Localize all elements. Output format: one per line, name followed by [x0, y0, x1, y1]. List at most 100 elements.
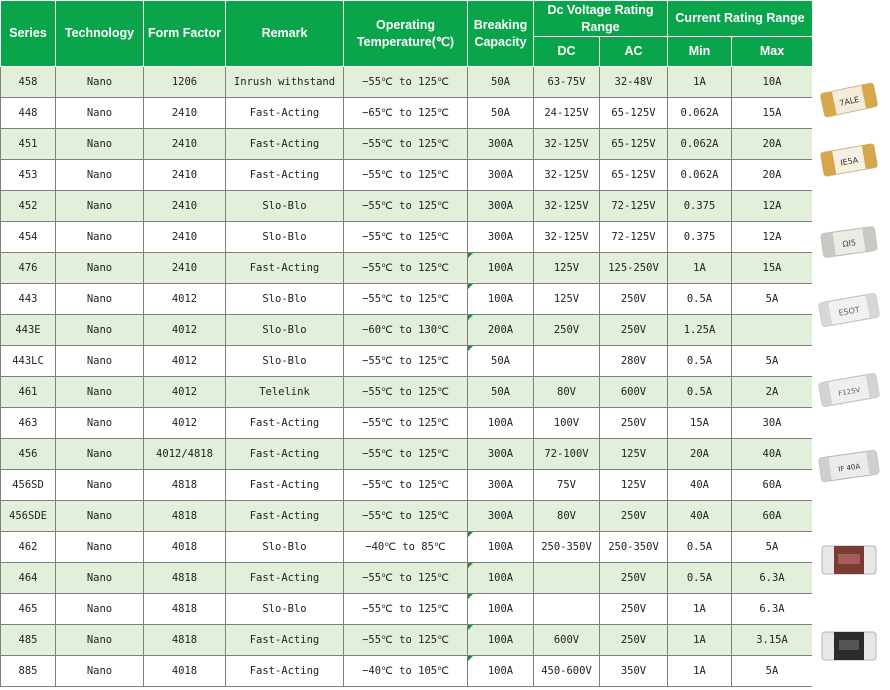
header-operating-temperature: Operating Temperature(℃): [343, 0, 468, 67]
cell-series: 453: [0, 159, 56, 191]
cell-form-factor: 1206: [143, 66, 226, 98]
cell-remark: Fast-Acting: [225, 159, 344, 191]
cell-breaking: 300A: [467, 438, 534, 470]
table-row: 458 Nano 1206 Inrush withstand −55℃ to 125℃ 5…: [0, 66, 813, 98]
cell-min: 0.062A: [667, 159, 732, 191]
cell-dc: 24-125V: [533, 97, 600, 129]
cell-series: 461: [0, 376, 56, 408]
cell-remark: Fast-Acting: [225, 500, 344, 532]
cell-form-factor: 4012: [143, 376, 226, 408]
cell-series: 456: [0, 438, 56, 470]
cell-max: 10A: [731, 66, 813, 98]
cell-temp: −55℃ to 125℃: [343, 593, 468, 625]
cell-series: 463: [0, 407, 56, 439]
cell-technology: Nano: [55, 655, 144, 687]
cell-temp: −55℃ to 125℃: [343, 159, 468, 191]
cell-max: 20A: [731, 128, 813, 160]
cell-max: 15A: [731, 252, 813, 284]
cell-form-factor: 4018: [143, 655, 226, 687]
cell-ac: 65-125V: [599, 128, 668, 160]
cell-technology: Nano: [55, 128, 144, 160]
cell-remark: Telelink: [225, 376, 344, 408]
cell-dc: 75V: [533, 469, 600, 501]
cell-form-factor: 4818: [143, 500, 226, 532]
table-row: 461 Nano 4012 Telelink −55℃ to 125℃ 50A 80V 600…: [0, 376, 813, 408]
cell-max: 60A: [731, 500, 813, 532]
cell-remark: Fast-Acting: [225, 655, 344, 687]
table-row: 454 Nano 2410 Slo-Blo −55℃ to 125℃ 300A 32-125…: [0, 221, 813, 253]
cell-ac: 65-125V: [599, 159, 668, 191]
cell-form-factor: 4818: [143, 562, 226, 594]
cell-series: 454: [0, 221, 56, 253]
cell-ac: 350V: [599, 655, 668, 687]
cell-min: 0.375: [667, 221, 732, 253]
table-row: 443 Nano 4012 Slo-Blo −55℃ to 125℃ 100A 125V 25…: [0, 283, 813, 315]
cell-remark: Fast-Acting: [225, 624, 344, 656]
cell-breaking: 200A: [467, 314, 534, 346]
cell-series: 485: [0, 624, 56, 656]
cell-dc: [533, 345, 600, 377]
cell-remark: Fast-Acting: [225, 438, 344, 470]
cell-dc: 125V: [533, 252, 600, 284]
cell-ac: 65-125V: [599, 97, 668, 129]
cell-max: 5A: [731, 531, 813, 563]
cell-dc: 600V: [533, 624, 600, 656]
cell-temp: −40℃ to 85℃: [343, 531, 468, 563]
cell-series: 443LC: [0, 345, 56, 377]
table-row: 453 Nano 2410 Fast-Acting −55℃ to 125℃ 300A 32…: [0, 159, 813, 191]
table-row: 885 Nano 4018 Fast-Acting −40℃ to 105℃ 100A 45…: [0, 655, 813, 687]
cell-series: 465: [0, 593, 56, 625]
header-current-range: Current Rating Range: [667, 0, 813, 37]
cell-dc: 250-350V: [533, 531, 600, 563]
table-row: 448 Nano 2410 Fast-Acting −65℃ to 125℃ 50A 24-…: [0, 97, 813, 129]
cell-remark: Inrush withstand: [225, 66, 344, 98]
cell-temp: −55℃ to 125℃: [343, 190, 468, 222]
cell-remark: Fast-Acting: [225, 128, 344, 160]
cell-breaking: 50A: [467, 345, 534, 377]
cell-min: 40A: [667, 469, 732, 501]
cell-series: 451: [0, 128, 56, 160]
cell-dc: [533, 593, 600, 625]
cell-temp: −55℃ to 125℃: [343, 438, 468, 470]
cell-form-factor: 2410: [143, 159, 226, 191]
cell-technology: Nano: [55, 314, 144, 346]
cell-temp: −55℃ to 125℃: [343, 624, 468, 656]
cell-technology: Nano: [55, 252, 144, 284]
cell-temp: −55℃ to 125℃: [343, 500, 468, 532]
fuse-photos-column: 7ALE IE5A ΩI5 ESOT F125V IF 40A: [812, 66, 890, 690]
cell-remark: Fast-Acting: [225, 407, 344, 439]
cell-max: 30A: [731, 407, 813, 439]
cell-breaking: 300A: [467, 500, 534, 532]
cell-temp: −60℃ to 130℃: [343, 314, 468, 346]
cell-dc: 32-125V: [533, 128, 600, 160]
fuse-image-451: IE5A: [820, 143, 878, 177]
cell-dc: 63-75V: [533, 66, 600, 98]
cell-max: 20A: [731, 159, 813, 191]
cell-breaking: 100A: [467, 562, 534, 594]
cell-breaking: 300A: [467, 469, 534, 501]
cell-form-factor: 4012: [143, 283, 226, 315]
header-breaking-capacity: Breaking Capacity: [467, 0, 534, 67]
cell-min: 0.5A: [667, 562, 732, 594]
cell-ac: 600V: [599, 376, 668, 408]
fuse-label-454: ΩI5: [842, 238, 857, 249]
cell-breaking: 100A: [467, 593, 534, 625]
cell-breaking: 300A: [467, 221, 534, 253]
cell-dc: 32-125V: [533, 159, 600, 191]
cell-breaking: 50A: [467, 66, 534, 98]
cell-min: 1A: [667, 655, 732, 687]
cell-breaking: 300A: [467, 128, 534, 160]
cell-max: 40A: [731, 438, 813, 470]
cell-min: 1A: [667, 593, 732, 625]
cell-ac: 250V: [599, 593, 668, 625]
cell-technology: Nano: [55, 438, 144, 470]
cell-form-factor: 2410: [143, 97, 226, 129]
cell-ac: 72-125V: [599, 190, 668, 222]
cell-dc: [533, 562, 600, 594]
cell-temp: −55℃ to 125℃: [343, 469, 468, 501]
cell-dc: 250V: [533, 314, 600, 346]
cell-temp: −55℃ to 125℃: [343, 283, 468, 315]
cell-ac: 72-125V: [599, 221, 668, 253]
fuse-image-454: ΩI5: [820, 226, 878, 258]
cell-breaking: 100A: [467, 252, 534, 284]
